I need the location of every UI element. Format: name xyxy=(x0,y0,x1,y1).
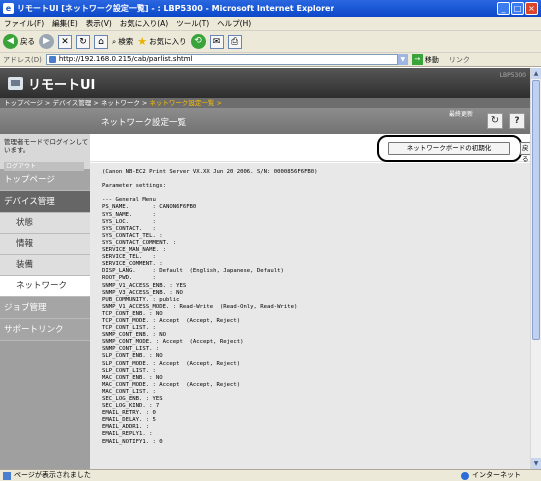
parameter-text: (Canon NB-EC2 Print Server VX.XX Jun 20 … xyxy=(102,169,318,445)
maximize-button[interactable]: □ xyxy=(511,2,524,15)
zone-label: インターネット xyxy=(472,471,521,479)
menubar: ファイル(F) 編集(E) 表示(V) お気に入り(A) ツール(T) ヘルプ(… xyxy=(0,17,541,31)
web-page: リモートUI LBP5300 トップページ > デバイス管理 > ネットワーク … xyxy=(0,68,530,469)
sidebar-item-device-management[interactable]: デバイス管理 xyxy=(0,191,90,213)
back-arrow-icon: ◀ xyxy=(3,34,18,49)
status-message: ページが表示されました xyxy=(14,471,91,479)
sidebar-item-info[interactable]: 情報 xyxy=(0,234,90,255)
go-button[interactable]: → 移動 xyxy=(411,54,439,65)
search-icon: ⌕ xyxy=(112,36,117,46)
logout-link[interactable]: ログアウト xyxy=(4,162,84,171)
window-title: リモートUI [ネットワーク設定一覧] - : LBP5300 - Micros… xyxy=(17,4,335,13)
remote-ui-logo: リモートUI xyxy=(28,77,96,93)
globe-icon xyxy=(461,471,469,480)
print-icon[interactable]: ⎙ xyxy=(227,34,242,49)
menu-help[interactable]: ヘルプ(H) xyxy=(217,18,251,29)
last-update-label: 最終更新 xyxy=(449,111,474,118)
go-arrow-icon: → xyxy=(411,54,423,65)
history-icon[interactable]: ⟲ xyxy=(190,34,206,49)
refresh-icon[interactable]: ↻ xyxy=(76,34,90,49)
window-controls: _ □ × xyxy=(497,2,541,15)
address-label: アドレス(D) xyxy=(3,55,42,64)
page-loaded-icon xyxy=(3,471,11,480)
security-zone: インターネット xyxy=(461,470,541,481)
menu-file[interactable]: ファイル(F) xyxy=(4,18,44,29)
address-bar: アドレス(D) http://192.168.0.215/cab/parlist… xyxy=(0,53,541,67)
menu-edit[interactable]: 編集(E) xyxy=(52,18,78,29)
window-titlebar: e リモートUI [ネットワーク設定一覧] - : LBP5300 - Micr… xyxy=(0,0,541,17)
remote-ui-banner: リモートUI LBP5300 xyxy=(0,68,530,98)
back-label: 戻る xyxy=(20,37,35,46)
vertical-scrollbar[interactable]: ▲ ▼ xyxy=(530,68,541,469)
close-button[interactable]: × xyxy=(525,2,538,15)
sidebar-item-job-management[interactable]: ジョブ管理 xyxy=(0,297,90,319)
go-label: 移動 xyxy=(424,55,439,64)
back-page-button[interactable]: 戻る xyxy=(520,142,530,163)
stop-icon[interactable]: ✕ xyxy=(58,34,72,49)
scroll-thumb[interactable] xyxy=(532,80,540,340)
minimize-button[interactable]: _ xyxy=(497,2,510,15)
sidebar-item-top-page[interactable]: トップページ xyxy=(0,169,90,191)
menu-tools[interactable]: ツール(T) xyxy=(176,18,209,29)
ie-icon: e xyxy=(3,3,14,14)
breadcrumb-path[interactable]: トップページ > デバイス管理 > ネットワーク > xyxy=(4,99,149,107)
refresh-button[interactable]: ↻ xyxy=(487,113,503,129)
address-input[interactable]: http://192.168.0.215/cab/parlist.shtml xyxy=(45,54,398,65)
sidebar-item-network[interactable]: ネットワーク xyxy=(0,276,90,297)
sidebar-item-equipment[interactable]: 装備 xyxy=(0,255,90,276)
star-icon: ★ xyxy=(137,35,148,48)
mail-icon[interactable]: ✉ xyxy=(209,34,224,49)
address-dropdown-icon[interactable]: ▼ xyxy=(397,54,408,65)
links-label[interactable]: リンク xyxy=(449,55,470,65)
main-content: ネットワークボードの初期化 戻る (Canon NB-EC2 Print Ser… xyxy=(90,134,530,469)
sidebar-item-status[interactable]: 状態 xyxy=(0,213,90,234)
parameter-list: (Canon NB-EC2 Print Server VX.XX Jun 20 … xyxy=(90,163,530,469)
menu-favorites[interactable]: お気に入り(A) xyxy=(120,18,168,29)
home-icon[interactable]: ⌂ xyxy=(94,34,108,49)
reset-network-board-button[interactable]: ネットワークボードの初期化 xyxy=(388,142,510,155)
toolbar: ◀ 戻る ▶ ✕ ↻ ⌂ ⌕ 検索 ★ お気に入り ⟲ ✉ ⎙ xyxy=(0,31,541,53)
search-label: 検索 xyxy=(118,37,134,46)
button-row: ネットワークボードの初期化 戻る xyxy=(90,134,530,163)
scroll-up-icon[interactable]: ▲ xyxy=(531,68,541,79)
help-button[interactable]: ? xyxy=(509,113,525,129)
printer-icon xyxy=(8,76,23,90)
page-title: ネットワーク設定一覧 xyxy=(101,118,187,128)
status-bar: ページが表示されました インターネット xyxy=(0,469,541,481)
page-header: ネットワーク設定一覧 最終更新 ↻ ? xyxy=(0,108,530,134)
breadcrumb: トップページ > デバイス管理 > ネットワーク > ネットワーク設定一覧 > xyxy=(0,98,530,108)
sidebar: 管理者モードでログインしています。 ログアウト トップページ デバイス管理 状態… xyxy=(0,134,90,469)
search-button[interactable]: ⌕ 検索 xyxy=(112,36,133,47)
scroll-down-icon[interactable]: ▼ xyxy=(531,458,541,469)
forward-button[interactable]: ▶ xyxy=(39,34,54,49)
menu-view[interactable]: 表示(V) xyxy=(86,18,112,29)
favorites-label: お気に入り xyxy=(149,37,187,46)
product-name: LBP5300 xyxy=(499,72,526,79)
favorites-button[interactable]: ★ お気に入り xyxy=(137,35,186,48)
sidebar-item-support-links[interactable]: サポートリンク xyxy=(0,319,90,341)
back-button[interactable]: ◀ 戻る xyxy=(3,34,35,49)
breadcrumb-current: ネットワーク設定一覧 > xyxy=(149,99,222,107)
